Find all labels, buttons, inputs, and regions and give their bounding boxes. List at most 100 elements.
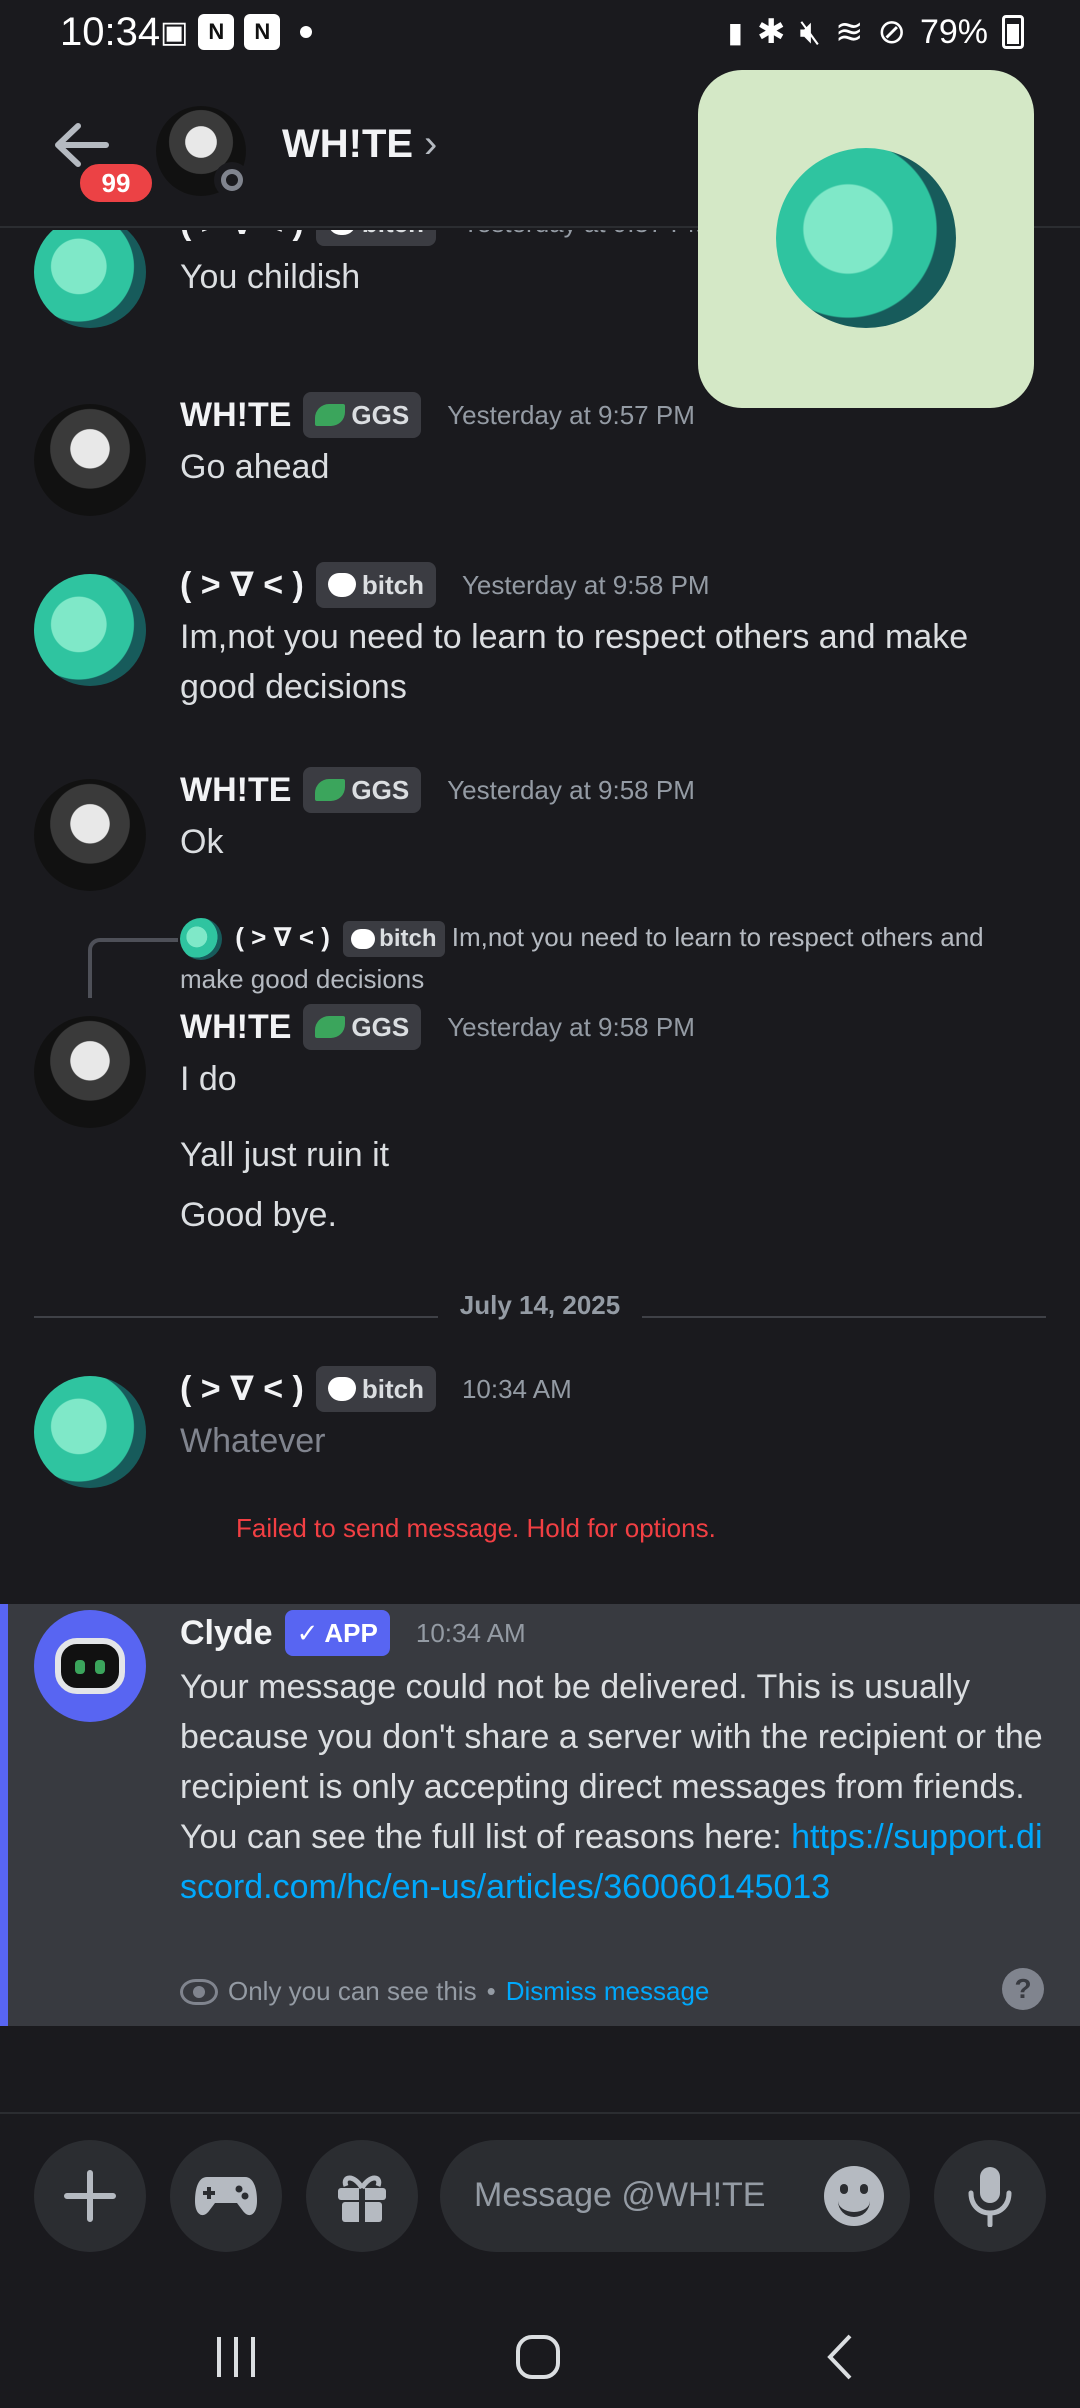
date-divider-label: July 14, 2025: [459, 1290, 621, 1320]
timestamp: Yesterday at 9:58 PM: [447, 1011, 695, 1042]
system-navigation-bar: [0, 2302, 1080, 2408]
reply-avatar: [180, 918, 222, 961]
back-button[interactable]: [810, 2332, 870, 2382]
checkmark-icon: ✓: [296, 1617, 319, 1648]
heart-icon: [327, 230, 356, 235]
battery-percent: 79%: [919, 12, 988, 51]
avatar[interactable]: [34, 230, 146, 328]
eye-icon: [180, 1978, 218, 2005]
clyde-avatar[interactable]: [34, 1610, 146, 1722]
gift-button[interactable]: [306, 2140, 418, 2252]
message-header: Clyde ✓ APP 10:34 AM: [180, 1610, 526, 1656]
activities-button[interactable]: [170, 2140, 282, 2252]
author-name[interactable]: WH!TE: [180, 1008, 291, 1047]
message-text: Go ahead: [180, 448, 330, 486]
heart-icon: [351, 929, 376, 950]
message-text: Im,not you need to learn to respect othe…: [180, 618, 969, 706]
message-header: ( > ∇ < ) bitch Yesterday at 9:57 PM: [180, 230, 710, 246]
chevron-right-icon[interactable]: ›: [424, 122, 437, 167]
role-tag: bitch: [315, 1366, 436, 1412]
nfc-icon: ▮: [727, 16, 744, 48]
recipient-name[interactable]: WH!TE: [282, 122, 413, 167]
reply-connector: [88, 938, 178, 998]
avatar[interactable]: [34, 1376, 146, 1488]
reply-preview[interactable]: ( > ∇ < ) bitch Im,not you need to learn…: [180, 918, 1040, 998]
leaf-icon: [315, 1016, 346, 1038]
author-name[interactable]: WH!TE: [180, 771, 291, 810]
recent-apps-button[interactable]: [206, 2332, 266, 2382]
heart-icon: [327, 573, 356, 597]
reply-role-tag: bitch: [343, 921, 445, 958]
message-list[interactable]: ( > ∇ < ) bitch Yesterday at 9:57 PM You…: [0, 230, 1080, 2120]
message-header: WH!TE GGS Yesterday at 9:58 PM: [180, 1004, 695, 1050]
leaf-icon: [315, 779, 346, 801]
date-divider: July 14, 2025: [34, 1290, 1046, 1336]
role-tag: bitch: [315, 230, 436, 246]
message-text: Yall just ruin it: [180, 1136, 390, 1174]
bot-icon: [55, 1638, 125, 1694]
app-tag: ✓ APP: [284, 1610, 390, 1656]
role-tag: GGS: [303, 392, 422, 438]
mute-icon: 🔇︎: [799, 12, 821, 51]
author-name[interactable]: WH!TE: [180, 396, 291, 435]
wifi-icon: ≋: [834, 13, 864, 51]
author-name[interactable]: Clyde: [180, 1614, 273, 1653]
system-icons: ▮ ✱ 🔇︎ ≋ ⊘ 79%: [728, 12, 1024, 52]
pip-avatar: [776, 148, 956, 328]
message-header: WH!TE GGS Yesterday at 9:58 PM: [180, 767, 695, 813]
composer-bar: [0, 2112, 1080, 2302]
separator: •: [486, 1976, 496, 2006]
timestamp: Yesterday at 9:58 PM: [461, 569, 710, 600]
message-header: ( > ∇ < ) bitch 10:34 AM: [180, 1366, 572, 1412]
timestamp: Yesterday at 9:57 PM: [447, 399, 695, 430]
voice-button[interactable]: [934, 2140, 1046, 2252]
emoji-icon[interactable]: [824, 2166, 884, 2226]
visibility-text: Only you can see this: [228, 1976, 477, 2006]
offline-status-icon: [214, 162, 250, 198]
message-header: WH!TE GGS Yesterday at 9:57 PM: [180, 392, 695, 438]
message-field[interactable]: [474, 2170, 774, 2220]
send-error[interactable]: Failed to send message. Hold for options…: [236, 1513, 716, 1544]
more-notifications-icon: [300, 26, 313, 38]
gift-icon: [338, 2175, 386, 2222]
unread-badge: 99: [76, 160, 156, 206]
ephemeral-notice: Only you can see this • Dismiss message: [180, 1976, 709, 2007]
timestamp: 10:34 AM: [461, 1373, 572, 1404]
gamepad-icon: [195, 2177, 257, 2216]
timestamp: Yesterday at 9:58 PM: [447, 774, 695, 805]
message-text: Ok: [180, 823, 224, 861]
reply-author: ( > ∇ < ): [235, 922, 330, 952]
role-tag: bitch: [315, 562, 436, 608]
dnd-icon: ⊘: [877, 13, 906, 51]
avatar[interactable]: [34, 1016, 146, 1128]
message-text: Good bye.: [180, 1196, 337, 1234]
back-chevron-icon: [827, 2334, 852, 2380]
app-notification-icon: N: [198, 14, 235, 50]
author-name[interactable]: ( > ∇ < ): [180, 565, 304, 605]
add-button[interactable]: [34, 2140, 146, 2252]
home-button[interactable]: [508, 2332, 568, 2382]
clyde-message[interactable]: Clyde ✓ APP 10:34 AM Your message could n…: [0, 1604, 1080, 2026]
author-name[interactable]: ( > ∇ < ): [180, 1369, 304, 1409]
help-icon[interactable]: ?: [1002, 1968, 1044, 2010]
message-header: ( > ∇ < ) bitch Yesterday at 9:58 PM: [180, 562, 710, 608]
author-name[interactable]: ( > ∇ < ): [180, 230, 304, 243]
avatar[interactable]: [34, 779, 146, 891]
battery-icon: [1002, 15, 1024, 49]
timestamp: 10:34 AM: [415, 1617, 526, 1648]
message-input[interactable]: [440, 2140, 910, 2252]
dismiss-message-link[interactable]: Dismiss message: [506, 1976, 710, 2007]
home-icon: [516, 2335, 560, 2379]
picture-in-picture-window[interactable]: [698, 70, 1034, 408]
avatar[interactable]: [34, 404, 146, 516]
message-text: Whatever: [180, 1422, 326, 1460]
plus-icon: [64, 2170, 116, 2222]
role-tag: GGS: [303, 767, 422, 813]
avatar[interactable]: [34, 574, 146, 686]
microphone-icon: [968, 2167, 1012, 2227]
message-text: Your message could not be delivered. Thi…: [180, 1662, 1050, 1912]
app-notification-icon: N: [244, 14, 281, 50]
role-tag: GGS: [303, 1004, 422, 1050]
notification-icons: ▣ N N: [160, 14, 313, 50]
status-time: 10:34: [60, 10, 161, 54]
